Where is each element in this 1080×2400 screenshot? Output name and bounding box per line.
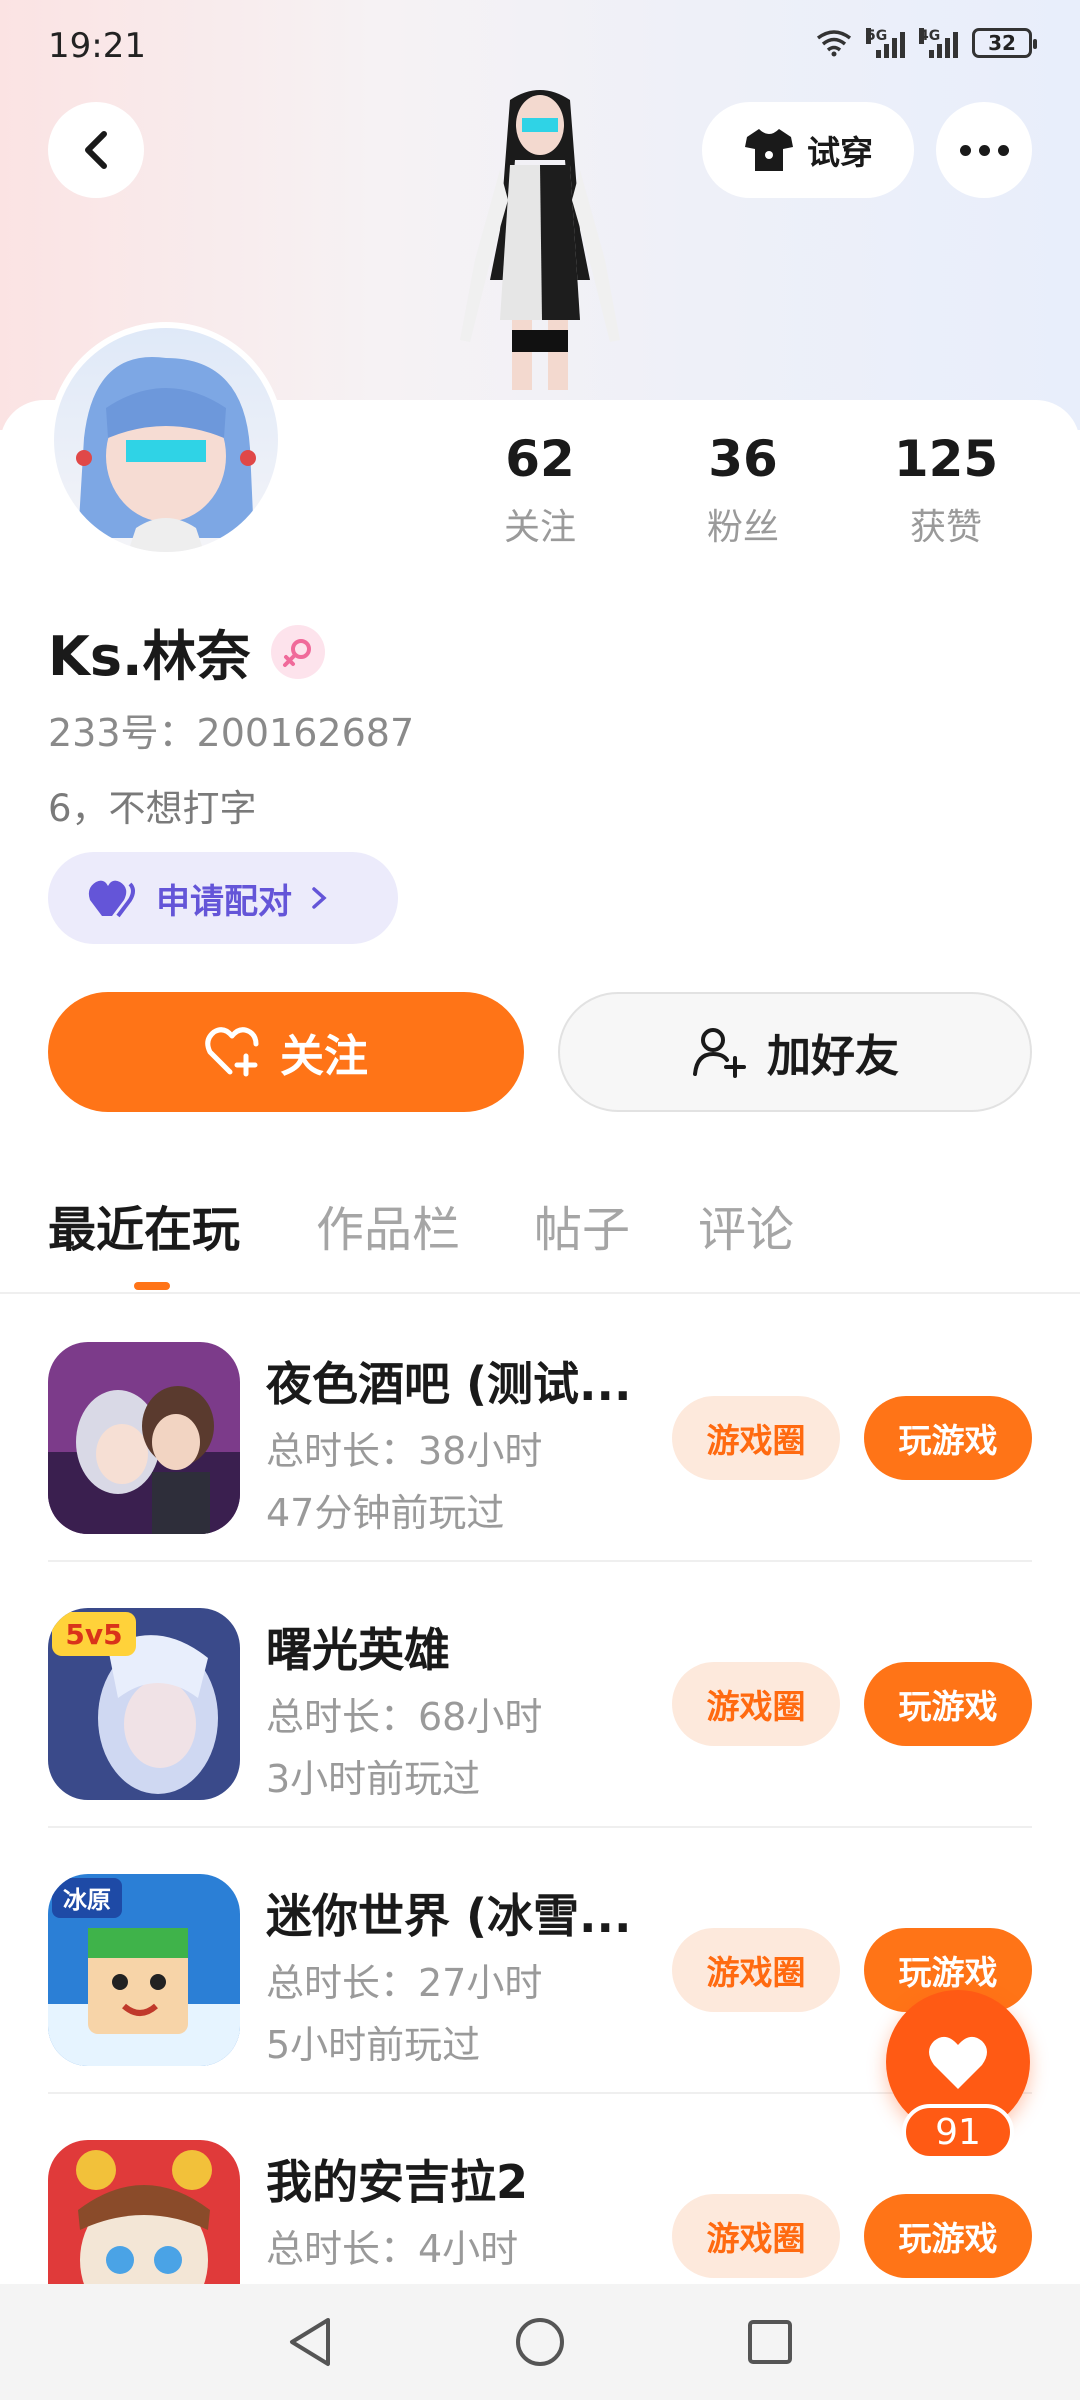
profile-tabs: 最近在玩 作品栏 帖子 评论 — [0, 1190, 1080, 1294]
nav-recents-button[interactable] — [742, 2314, 798, 2370]
stat-label: 关注 — [503, 507, 576, 548]
try-on-label: 试穿 — [807, 133, 873, 172]
battery-icon: 32 — [972, 28, 1037, 58]
status-time: 19:21 — [48, 26, 146, 66]
stat-value: 125 — [893, 430, 999, 488]
stat-label: 粉丝 — [706, 507, 779, 548]
chevron-left-icon — [85, 131, 107, 169]
signal-4g-icon: 4G — [919, 28, 958, 58]
play-game-button[interactable]: 玩游戏 — [864, 1396, 1032, 1480]
chevron-right-icon — [312, 887, 327, 909]
game-last-played: 47分钟前玩过 — [266, 1491, 505, 1535]
game-title: 我的安吉拉2 — [266, 2155, 529, 2209]
game-total-time: 总时长：38小时 — [266, 1429, 543, 1473]
game-title: 曙光英雄 — [266, 1623, 450, 1677]
tab-works[interactable]: 作品栏 — [316, 1190, 460, 1260]
list-item[interactable]: 夜色酒吧 (测试... 总时长：38小时 47分钟前玩过 游戏圈 玩游戏 — [0, 1296, 1080, 1562]
game-icon: 5v5 — [48, 1608, 240, 1800]
status-icons: 5G 4G 32 — [816, 28, 1037, 58]
heart-plus-icon — [205, 1027, 259, 1077]
game-total-time: 总时长：68小时 — [266, 1695, 543, 1739]
signal-5g-icon: 5G — [866, 28, 905, 58]
game-badge-text: 冰原 — [63, 1886, 111, 1914]
nav-home-button[interactable] — [512, 2314, 568, 2370]
female-gender-icon — [270, 624, 325, 679]
add-user-icon — [693, 1028, 746, 1078]
tshirt-icon — [745, 129, 793, 171]
game-circle-button[interactable]: 游戏圈 — [672, 1928, 840, 2012]
square-recents-icon — [748, 2320, 792, 2364]
game-icon — [48, 1342, 240, 1534]
more-dot-icon — [997, 144, 1009, 156]
battery-level: 32 — [988, 31, 1016, 55]
game-icon: 冰原 — [48, 1874, 240, 2066]
follow-label: 关注 — [280, 1031, 368, 1082]
stat-likes[interactable]: 125 获赞 — [856, 430, 1036, 550]
tab-recently-played[interactable]: 最近在玩 — [48, 1190, 240, 1260]
add-friend-label: 加好友 — [767, 1031, 899, 1082]
name-row: Ks.林奈 — [48, 612, 325, 691]
add-friend-button[interactable]: 加好友 — [558, 992, 1032, 1112]
avatar[interactable] — [48, 322, 284, 558]
nav-back-button[interactable] — [282, 2314, 338, 2370]
game-total-time: 总时长：4小时 — [266, 2227, 519, 2271]
user-bio: 6，不想打字 — [48, 787, 257, 830]
more-dot-icon — [959, 144, 971, 156]
avatar-image — [54, 328, 278, 552]
user-id: 233号：200162687 — [48, 711, 415, 755]
game-total-time: 总时长：27小时 — [266, 1961, 543, 2005]
like-count-badge: 91 — [902, 2104, 1014, 2160]
game-last-played: 3小时前玩过 — [266, 1757, 481, 1801]
request-pair-label: 申请配对 — [156, 881, 292, 922]
stat-value: 62 — [505, 430, 575, 488]
game-circle-button[interactable]: 游戏圈 — [672, 1396, 840, 1480]
profile-stats: 62 关注 36 粉丝 125 获赞 — [450, 430, 1080, 560]
active-tab-indicator — [134, 1282, 170, 1290]
tab-posts[interactable]: 帖子 — [534, 1190, 630, 1260]
game-title: 迷你世界 (冰雪... — [266, 1889, 632, 1943]
stat-following[interactable]: 62 关注 — [450, 430, 630, 550]
more-options-button[interactable] — [936, 102, 1032, 198]
triangle-back-icon — [290, 2318, 330, 2366]
play-game-button[interactable]: 玩游戏 — [864, 1662, 1032, 1746]
stat-followers[interactable]: 36 粉丝 — [653, 430, 833, 550]
play-game-button[interactable]: 玩游戏 — [864, 2194, 1032, 2278]
request-pair-button[interactable]: 申请配对 — [48, 852, 398, 944]
more-dot-icon — [978, 144, 990, 156]
system-nav-bar — [0, 2284, 1080, 2400]
game-title: 夜色酒吧 (测试... — [266, 1357, 632, 1411]
back-button[interactable] — [48, 102, 144, 198]
heart-pair-icon — [88, 880, 135, 918]
game-circle-button[interactable]: 游戏圈 — [672, 1662, 840, 1746]
tab-comments[interactable]: 评论 — [698, 1190, 794, 1260]
recent-games-list: 夜色酒吧 (测试... 总时长：38小时 47分钟前玩过 游戏圈 玩游戏 5v5… — [0, 1296, 1080, 2360]
avatar-3d-figure — [460, 90, 620, 390]
game-badge-text: 5v5 — [65, 1618, 122, 1651]
wifi-icon — [816, 30, 852, 57]
circle-home-icon — [516, 2318, 564, 2366]
game-last-played: 5小时前玩过 — [266, 2023, 481, 2067]
list-item[interactable]: 5v5 曙光英雄 总时长：68小时 3小时前玩过 游戏圈 玩游戏 — [0, 1562, 1080, 1828]
try-on-button[interactable]: 试穿 — [702, 102, 914, 198]
game-circle-button[interactable]: 游戏圈 — [672, 2194, 840, 2278]
heart-icon — [929, 2036, 987, 2089]
stat-label: 获赞 — [909, 507, 982, 548]
profile-name: Ks.林奈 — [48, 625, 251, 688]
stat-value: 36 — [708, 430, 778, 488]
follow-button[interactable]: 关注 — [48, 992, 524, 1112]
